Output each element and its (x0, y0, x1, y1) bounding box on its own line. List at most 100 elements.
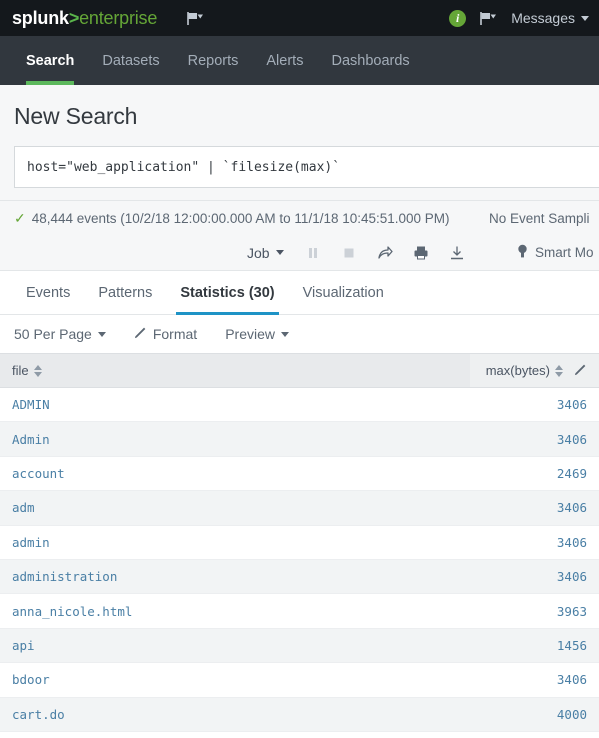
table-row[interactable]: anna_nicole.html 3963 (0, 593, 599, 629)
cell-file[interactable]: api (0, 628, 470, 664)
event-count-text: 48,444 events (10/2/18 12:00:00.000 AM t… (31, 210, 450, 226)
column-edit-pencil-icon[interactable] (574, 363, 587, 379)
nav-item-dashboards[interactable]: Dashboards (317, 36, 423, 85)
column-header-file[interactable]: file (0, 353, 470, 388)
cell-max-bytes[interactable]: 3406 (470, 421, 599, 457)
job-toolbar: Job Smart Mo (0, 235, 599, 271)
table-row[interactable]: account 2469 (0, 456, 599, 492)
event-sampling-label[interactable]: No Event Sampli (489, 211, 590, 226)
search-input[interactable]: host="web_application" | `filesize(max)` (14, 146, 599, 188)
table-row[interactable]: Admin 3406 (0, 421, 599, 457)
nav-label: Search (26, 52, 75, 69)
cell-max-bytes[interactable]: 3406 (470, 559, 599, 595)
cell-file[interactable]: account (0, 456, 470, 492)
chevron-down-icon (97, 331, 106, 337)
info-icon[interactable]: i (449, 9, 467, 27)
cell-file[interactable]: Admin (0, 421, 470, 457)
per-page-label: 50 Per Page (14, 326, 92, 342)
nav-item-search[interactable]: Search (12, 36, 88, 85)
search-status-row: ✓ 48,444 events (10/2/18 12:00:00.000 AM… (0, 201, 599, 235)
tab-label: Visualization (302, 284, 384, 301)
cell-max-bytes[interactable]: 3963 (470, 593, 599, 629)
sort-icon[interactable] (33, 364, 42, 377)
tab-label: Events (26, 284, 71, 301)
result-tabs: Events Patterns Statistics (30) Visualiz… (0, 271, 599, 315)
search-page-header: New Search host="web_application" | `fil… (0, 85, 599, 201)
app-nav: Search Datasets Reports Alerts Dashboard… (0, 36, 599, 85)
statistics-table: file max(bytes) ADMIN 3406 Admin 3406 ac… (0, 353, 599, 732)
cell-file[interactable]: cart.do (0, 697, 470, 732)
table-body: ADMIN 3406 Admin 3406 account 2469 adm 3… (0, 387, 599, 732)
nav-label: Reports (187, 52, 239, 69)
table-row[interactable]: ADMIN 3406 (0, 387, 599, 423)
table-header: file max(bytes) (0, 353, 599, 388)
nav-item-datasets[interactable]: Datasets (88, 36, 173, 85)
print-icon[interactable] (413, 245, 429, 261)
download-icon[interactable] (449, 245, 465, 261)
activity-flag-icon[interactable] (480, 11, 497, 26)
messages-label: Messages (511, 10, 575, 26)
format-button[interactable]: Format (134, 326, 197, 342)
page-title: New Search (14, 103, 138, 129)
tab-patterns[interactable]: Patterns (84, 271, 166, 314)
nav-label: Dashboards (331, 52, 410, 69)
job-label: Job (247, 244, 270, 261)
chevron-down-icon (280, 331, 289, 337)
column-label-file: file (12, 363, 29, 378)
tab-visualization[interactable]: Visualization (289, 271, 398, 314)
cell-file[interactable]: bdoor (0, 662, 470, 698)
messages-menu[interactable]: Messages (511, 10, 589, 26)
search-query-text: host="web_application" | `filesize(max)` (27, 159, 341, 175)
top-bar: splunk > enterprise i Messages (0, 0, 599, 36)
pencil-icon (134, 326, 147, 342)
nav-label: Datasets (102, 52, 160, 69)
tab-statistics[interactable]: Statistics (30) (166, 271, 288, 315)
table-row[interactable]: admin 3406 (0, 525, 599, 560)
chevron-down-icon (581, 15, 589, 21)
table-row[interactable]: api 1456 (0, 628, 599, 664)
cell-file[interactable]: adm (0, 490, 470, 526)
flag-dropdown-icon (187, 11, 204, 26)
search-mode-button[interactable]: Smart Mo (517, 244, 594, 262)
cell-file[interactable]: anna_nicole.html (0, 593, 470, 629)
cell-file[interactable]: ADMIN (0, 387, 470, 423)
cell-max-bytes[interactable]: 3406 (470, 387, 599, 423)
cell-max-bytes[interactable]: 3406 (470, 662, 599, 698)
table-header-row: file max(bytes) (0, 353, 599, 388)
nav-item-reports[interactable]: Reports (174, 36, 253, 85)
preview-label: Preview (225, 326, 275, 342)
logo-chevron-text: > (68, 7, 80, 28)
per-page-dropdown[interactable]: 50 Per Page (14, 326, 106, 342)
cell-max-bytes[interactable]: 3406 (470, 490, 599, 526)
logo-splunk-text: splunk (12, 7, 69, 28)
cell-file[interactable]: administration (0, 559, 470, 595)
table-row[interactable]: cart.do 4000 (0, 697, 599, 732)
cell-max-bytes[interactable]: 2469 (470, 456, 599, 492)
logo-enterprise-text: enterprise (79, 7, 158, 28)
table-row[interactable]: administration 3406 (0, 559, 599, 595)
cell-max-bytes[interactable]: 4000 (470, 697, 599, 732)
app-flag-menu[interactable] (187, 11, 204, 26)
sort-icon[interactable] (555, 364, 563, 377)
job-menu-button[interactable]: Job (247, 245, 284, 261)
chevron-down-icon (275, 250, 284, 255)
cell-max-bytes[interactable]: 1456 (470, 628, 599, 664)
tab-events[interactable]: Events (12, 271, 84, 314)
success-check-icon: ✓ (14, 209, 26, 226)
column-label-max-bytes: max(bytes) (485, 363, 550, 378)
splunk-search-app: splunk > enterprise i Messages Search Da… (0, 0, 599, 738)
splunk-logo[interactable]: splunk > enterprise (12, 8, 157, 29)
cell-max-bytes[interactable]: 3406 (470, 525, 599, 560)
format-label: Format (152, 326, 198, 342)
results-controls: 50 Per Page Format Preview (0, 315, 599, 353)
preview-dropdown[interactable]: Preview (225, 326, 289, 342)
cell-file[interactable]: admin (0, 525, 470, 560)
table-row[interactable]: adm 3406 (0, 490, 599, 526)
share-icon[interactable] (377, 245, 393, 261)
lightbulb-icon (517, 244, 528, 262)
pause-icon[interactable] (305, 245, 321, 261)
stop-icon[interactable] (341, 245, 357, 261)
nav-item-alerts[interactable]: Alerts (252, 36, 317, 85)
column-header-max-bytes[interactable]: max(bytes) (470, 353, 599, 388)
table-row[interactable]: bdoor 3406 (0, 662, 599, 698)
